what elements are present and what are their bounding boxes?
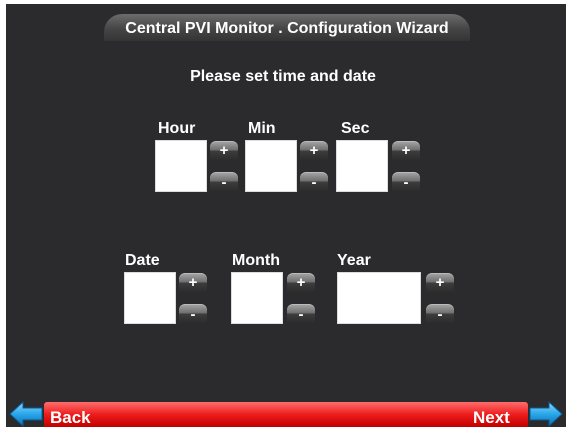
month-label: Month — [232, 252, 280, 269]
month-field[interactable] — [231, 272, 283, 324]
year-increment-button[interactable]: + — [426, 273, 454, 293]
hour-field[interactable] — [155, 140, 207, 192]
hour-label: Hour — [158, 120, 196, 137]
date-decrement-button[interactable]: - — [179, 304, 207, 324]
back-button[interactable]: Back — [50, 408, 91, 428]
month-decrement-button[interactable]: - — [287, 304, 315, 324]
sec-field[interactable] — [336, 140, 388, 192]
year-decrement-button[interactable]: - — [426, 304, 454, 324]
navigation-bar — [44, 402, 528, 427]
sec-increment-button[interactable]: + — [392, 141, 420, 161]
date-increment-button[interactable]: + — [179, 273, 207, 293]
sec-decrement-button[interactable]: - — [392, 172, 420, 192]
arrow-left-icon[interactable] — [9, 401, 43, 427]
date-field[interactable] — [124, 272, 176, 324]
min-increment-button[interactable]: + — [300, 141, 328, 161]
year-field[interactable] — [337, 272, 421, 324]
window-title: Central PVI Monitor . Configuration Wiza… — [104, 14, 470, 41]
date-label: Date — [125, 252, 160, 269]
instruction-text: Please set time and date — [190, 68, 376, 85]
arrow-right-icon[interactable] — [529, 401, 563, 427]
sec-label: Sec — [341, 120, 370, 137]
min-label: Min — [248, 120, 276, 137]
hour-decrement-button[interactable]: - — [210, 172, 238, 192]
month-increment-button[interactable]: + — [287, 273, 315, 293]
min-decrement-button[interactable]: - — [300, 172, 328, 192]
hour-increment-button[interactable]: + — [210, 141, 238, 161]
next-button[interactable]: Next — [473, 408, 510, 428]
year-label: Year — [337, 252, 371, 269]
min-field[interactable] — [245, 140, 297, 192]
wizard-screen: Central PVI Monitor . Configuration Wiza… — [0, 0, 566, 427]
